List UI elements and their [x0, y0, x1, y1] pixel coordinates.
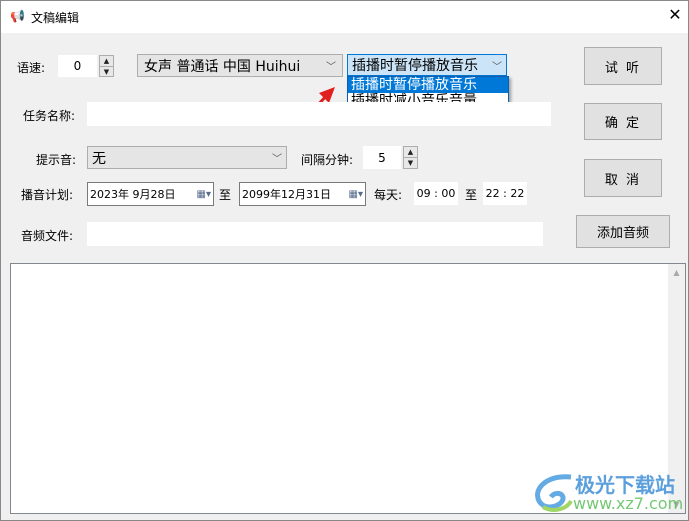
- voice-value: 女声 普通话 中国 Huihui: [144, 58, 301, 75]
- prompt-sound-select[interactable]: 无 ﹀: [87, 146, 287, 169]
- close-button[interactable]: ✕: [665, 5, 685, 24]
- speed-input[interactable]: 0: [58, 55, 97, 77]
- window-title: 文稿编辑: [31, 11, 80, 25]
- preview-button[interactable]: 试 听: [584, 47, 662, 85]
- calendar-icon[interactable]: ▦▾: [197, 189, 211, 200]
- task-name-input[interactable]: [87, 102, 551, 126]
- watermark-logo: 极光下载站 www.xz7.com: [531, 467, 684, 517]
- daily-label: 每天:: [374, 188, 403, 202]
- chevron-down-icon: ﹀: [492, 61, 502, 73]
- prompt-sound-label: 提示音:: [36, 153, 77, 167]
- end-time-input[interactable]: 22 : 22: [483, 182, 527, 205]
- end-date-value: 2099年12月31日: [242, 188, 331, 201]
- chevron-down-icon: ﹀: [326, 62, 336, 73]
- cancel-button[interactable]: 取 消: [584, 159, 662, 197]
- audio-file-input[interactable]: [87, 222, 543, 246]
- prompt-sound-value: 无: [92, 150, 106, 167]
- watermark-url: www.xz7.com: [573, 494, 684, 513]
- megaphone-icon: 📢: [10, 9, 25, 23]
- mode-select[interactable]: 插播时暂停播放音乐 ﹀: [347, 54, 507, 76]
- start-date-picker[interactable]: 2023年 9月28日 ▦▾: [87, 182, 214, 206]
- interval-input[interactable]: 5: [363, 146, 401, 169]
- ok-button[interactable]: 确 定: [584, 103, 662, 140]
- time-to-label: 至: [465, 188, 478, 202]
- interval-label: 间隔分钟:: [301, 153, 354, 167]
- scroll-up-icon[interactable]: ▲: [668, 268, 685, 277]
- speed-label: 语速:: [17, 61, 46, 75]
- end-date-picker[interactable]: 2099年12月31日 ▦▾: [239, 182, 366, 206]
- voice-select[interactable]: 女声 普通话 中国 Huihui ﹀: [137, 54, 343, 77]
- down-arrow-icon[interactable]: ▼: [404, 157, 417, 168]
- up-arrow-icon[interactable]: ▲: [404, 147, 417, 157]
- to-label: 至: [219, 188, 232, 202]
- interval-spinner[interactable]: ▲ ▼: [403, 146, 418, 169]
- swirl-logo-icon: [535, 474, 573, 512]
- mode-value: 插播时暂停播放音乐: [352, 58, 478, 74]
- mode-option[interactable]: 插播时暂停播放音乐: [348, 77, 508, 93]
- audio-file-label: 音频文件:: [21, 229, 74, 243]
- calendar-icon[interactable]: ▦▾: [349, 189, 363, 200]
- add-audio-button[interactable]: 添加音频: [576, 215, 670, 248]
- up-arrow-icon[interactable]: ▲: [100, 56, 113, 66]
- title-bar: [1, 1, 688, 33]
- start-time-input[interactable]: 09 : 00: [414, 182, 458, 205]
- speed-spinner[interactable]: ▲ ▼: [99, 55, 114, 77]
- task-name-label: 任务名称:: [23, 109, 76, 123]
- start-date-value: 2023年 9月28日: [90, 188, 176, 201]
- down-arrow-icon[interactable]: ▼: [100, 66, 113, 77]
- chevron-down-icon: ﹀: [272, 154, 282, 165]
- schedule-label: 播音计划:: [21, 188, 74, 202]
